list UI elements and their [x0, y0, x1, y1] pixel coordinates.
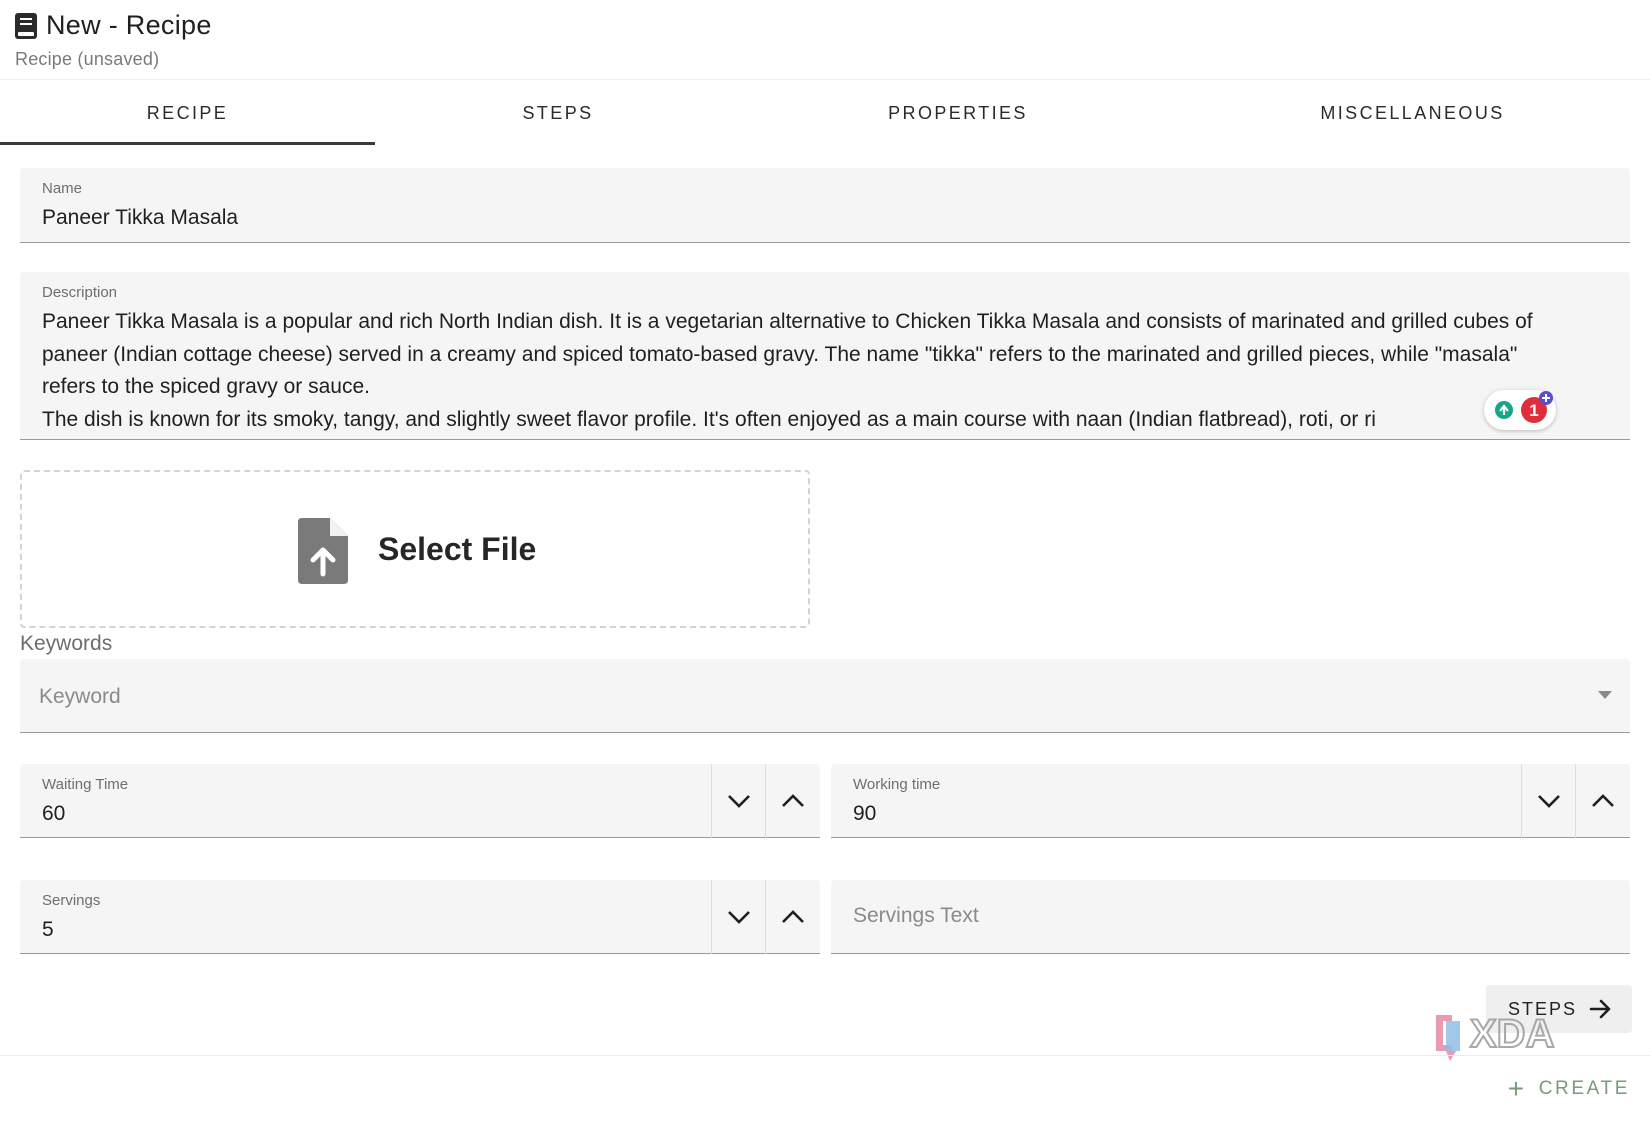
waiting-time-increment-button[interactable]: [765, 764, 819, 838]
waiting-time-label: Waiting Time: [42, 776, 129, 793]
working-time-field[interactable]: Working time 90: [831, 764, 1630, 838]
file-upload-icon: [298, 518, 348, 584]
keyword-select[interactable]: Keyword: [20, 659, 1630, 733]
page-subtitle: Recipe (unsaved): [15, 49, 160, 69]
description-value[interactable]: Paneer Tikka Masala is a popular and ric…: [42, 306, 1562, 436]
servings-decrement-button[interactable]: [711, 880, 765, 954]
book-icon: [15, 12, 37, 39]
description-field[interactable]: Description Paneer Tikka Masala is a pop…: [20, 272, 1630, 440]
grammar-count: 1: [1529, 401, 1538, 420]
name-field[interactable]: Name Paneer Tikka Masala: [20, 168, 1630, 243]
footer-bar: + CREATE: [0, 1055, 1650, 1122]
select-file-label: Select File: [378, 531, 537, 567]
file-dropzone[interactable]: Select File: [20, 470, 810, 628]
waiting-time-field[interactable]: Waiting Time 60: [20, 764, 820, 838]
dropdown-arrow-icon[interactable]: [1598, 691, 1612, 699]
watermark-text: XDA: [1470, 1012, 1554, 1056]
description-label: Description: [42, 284, 118, 301]
servings-value[interactable]: 5: [42, 918, 54, 942]
waiting-time-decrement-button[interactable]: [711, 764, 765, 838]
plus-icon: +: [1507, 1073, 1527, 1104]
tab-bar: RECIPE STEPS PROPERTIES MISCELLANEOUS: [0, 80, 1650, 146]
servings-label: Servings: [42, 892, 101, 909]
chevron-up-icon: [1591, 794, 1614, 807]
servings-increment-button[interactable]: [765, 880, 819, 954]
chevron-down-icon: [1537, 795, 1560, 808]
keywords-section-label: Keywords: [20, 632, 113, 655]
title-row: New - Recipe: [14, 10, 212, 41]
working-time-value[interactable]: 90: [853, 802, 876, 826]
tab-steps[interactable]: STEPS: [375, 80, 741, 146]
grammar-checker-icon: 1: [1495, 391, 1553, 423]
chevron-up-icon: [781, 910, 804, 923]
arrow-right-icon: [1589, 999, 1611, 1019]
create-button[interactable]: + CREATE: [1507, 1073, 1630, 1104]
working-time-label: Working time: [853, 776, 941, 793]
tab-recipe[interactable]: RECIPE: [0, 80, 375, 146]
tab-miscellaneous[interactable]: MISCELLANEOUS: [1175, 80, 1650, 146]
servings-field[interactable]: Servings 5: [20, 880, 820, 954]
working-time-decrement-button[interactable]: [1521, 764, 1575, 838]
servings-text-field[interactable]: Servings Text: [831, 880, 1630, 954]
grammar-checker-widget[interactable]: 1: [1484, 390, 1556, 430]
chevron-up-icon: [781, 794, 804, 807]
chevron-down-icon: [727, 911, 750, 924]
chevron-down-icon: [727, 795, 750, 808]
tab-properties[interactable]: PROPERTIES: [741, 80, 1175, 146]
page-title: New - Recipe: [46, 10, 212, 40]
create-button-label: CREATE: [1538, 1078, 1630, 1099]
working-time-increment-button[interactable]: [1575, 764, 1629, 838]
servings-text-placeholder: Servings Text: [853, 904, 979, 927]
name-label: Name: [42, 180, 83, 197]
name-value[interactable]: Paneer Tikka Masala: [42, 206, 238, 230]
keyword-placeholder: Keyword: [39, 685, 121, 708]
page-header: New - Recipe Recipe (unsaved): [0, 0, 1650, 80]
waiting-time-value[interactable]: 60: [42, 802, 65, 826]
